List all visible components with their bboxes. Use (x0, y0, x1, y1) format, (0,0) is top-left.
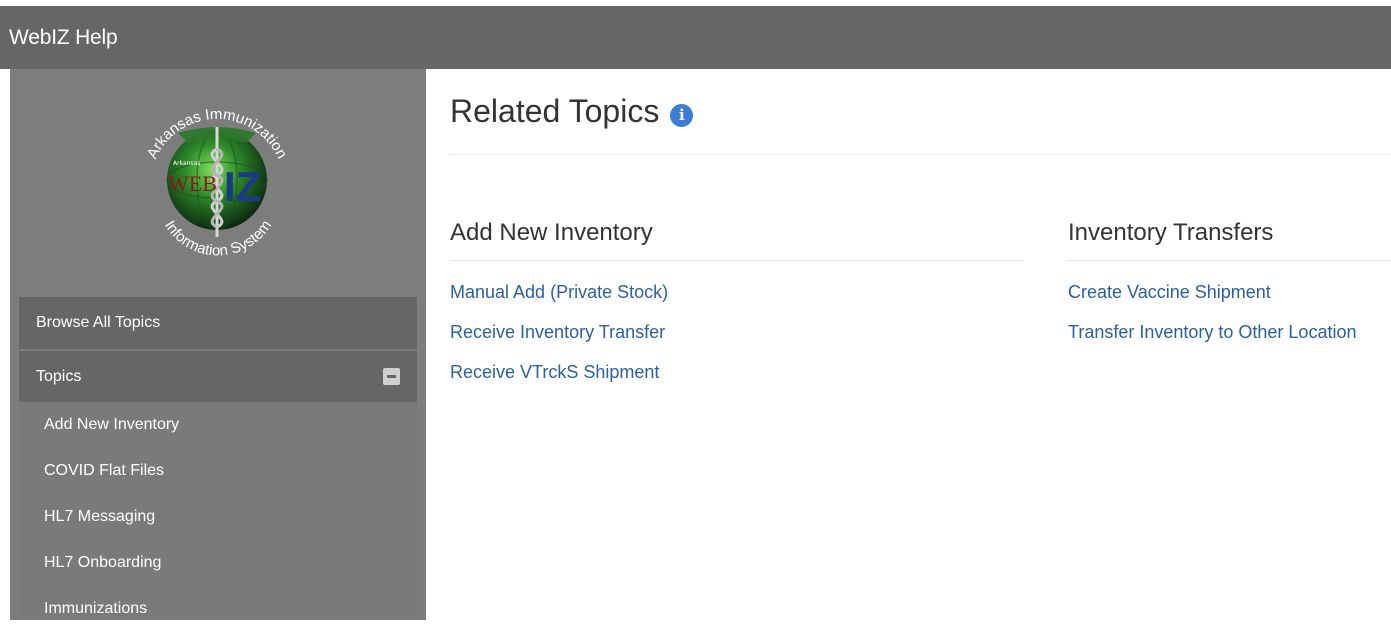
sidebar-item-immunizations[interactable]: Immunizations (19, 586, 417, 632)
browse-all-topics-button[interactable]: Browse All Topics (19, 297, 417, 349)
svg-text:Arkansas: Arkansas (173, 160, 200, 167)
page-title-row: Related Topics i (450, 93, 694, 130)
sidebar-item-covid-flat-files[interactable]: COVID Flat Files (19, 448, 417, 494)
sidebar-item-hl7-onboarding[interactable]: HL7 Onboarding (19, 540, 417, 586)
link-list: Manual Add (Private Stock) Receive Inven… (450, 279, 1023, 399)
page-title: Related Topics (450, 93, 660, 129)
link-transfer-inventory-to-other-location[interactable]: Transfer Inventory to Other Location (1068, 319, 1391, 359)
info-icon[interactable]: i (670, 104, 694, 127)
left-gutter (0, 69, 10, 620)
section-inventory-transfers: Inventory Transfers Create Vaccine Shipm… (1068, 219, 1391, 359)
collapse-icon[interactable] (383, 368, 400, 385)
title-divider (450, 154, 1391, 155)
app-title: WebIZ Help (9, 25, 118, 49)
link-create-vaccine-shipment[interactable]: Create Vaccine Shipment (1068, 279, 1391, 319)
topic-list: Add New Inventory COVID Flat Files HL7 M… (19, 402, 417, 620)
svg-text:IZ: IZ (224, 163, 261, 210)
app-header: WebIZ Help (0, 6, 1391, 69)
main-content: Related Topics i Add New Inventory Manua… (426, 69, 1391, 620)
section-heading: Inventory Transfers (1068, 219, 1391, 261)
link-manual-add-private-stock[interactable]: Manual Add (Private Stock) (450, 279, 1023, 319)
sidebar-item-add-new-inventory[interactable]: Add New Inventory (19, 402, 417, 448)
section-add-new-inventory: Add New Inventory Manual Add (Private St… (450, 219, 1023, 399)
sidebar-item-hl7-messaging[interactable]: HL7 Messaging (19, 494, 417, 540)
topics-label: Topics (36, 367, 82, 385)
link-receive-inventory-transfer[interactable]: Receive Inventory Transfer (450, 319, 1023, 359)
link-receive-vtrcks-shipment[interactable]: Receive VTrckS Shipment (450, 359, 1023, 399)
logo-area: Arkansas WEB IZ Arkansas Immunization In… (10, 69, 426, 297)
link-list: Create Vaccine Shipment Transfer Invento… (1068, 279, 1391, 359)
topics-section-header[interactable]: Topics (19, 351, 417, 402)
svg-text:WEB: WEB (168, 171, 217, 196)
browse-all-topics-label: Browse All Topics (36, 314, 161, 331)
webiz-logo: Arkansas WEB IZ Arkansas Immunization In… (144, 106, 291, 260)
section-heading: Add New Inventory (450, 219, 1023, 261)
sidebar: Arkansas WEB IZ Arkansas Immunization In… (10, 69, 426, 620)
